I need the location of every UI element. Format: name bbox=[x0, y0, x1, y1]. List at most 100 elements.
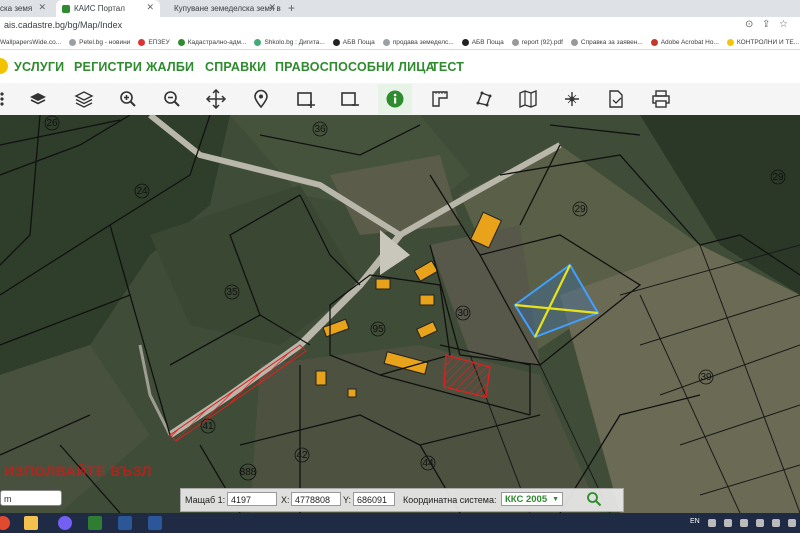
map-icon[interactable] bbox=[516, 87, 540, 111]
app-icon[interactable] bbox=[88, 516, 102, 530]
zoom-out-icon[interactable] bbox=[160, 87, 184, 111]
close-tab-icon[interactable]: ✕ bbox=[38, 2, 46, 13]
coordinates-icon[interactable] bbox=[560, 87, 584, 111]
bookmark-item[interactable]: Adobe Acrobat Ho... bbox=[650, 38, 719, 46]
search-icon[interactable] bbox=[586, 491, 602, 507]
nav-item-licensed-persons[interactable]: ПРАВОСПОСОБНИ ЛИЦА bbox=[275, 60, 435, 74]
select-rect-icon[interactable] bbox=[294, 87, 318, 111]
tab-1-label: ска земя bbox=[0, 4, 33, 13]
close-tab-icon[interactable]: ✕ bbox=[268, 2, 276, 13]
zoom-in-icon[interactable] bbox=[116, 87, 140, 111]
coordinate-system-label: Координатна система: bbox=[403, 495, 497, 505]
bookmark-icon bbox=[511, 38, 519, 46]
plot-number: 35 bbox=[226, 287, 238, 298]
satellite-map-layer[interactable]: 26 36 24 35 95 30 39 41 42 44 888 29 29 bbox=[0, 115, 800, 513]
nav-item-references[interactable]: СПРАВКИ bbox=[205, 60, 266, 74]
tab-3[interactable]: Купуване земеделска земя в ... ✕ bbox=[164, 0, 282, 17]
bookmark-item[interactable]: Кадастрално-адм... bbox=[177, 38, 246, 46]
browser-tab-strip: ска земя ✕ КАИС Портал ✕ Купуване земеде… bbox=[0, 0, 800, 17]
tab-2[interactable]: КАИС Портал ✕ bbox=[56, 0, 160, 17]
info-icon[interactable] bbox=[378, 84, 412, 114]
bookmark-item[interactable]: ЕПЗЕУ bbox=[138, 38, 170, 46]
bookmark-item[interactable]: Shkolo.bg : Дигита... bbox=[254, 38, 325, 46]
app-icon[interactable] bbox=[118, 516, 132, 530]
bookmark-icon bbox=[254, 38, 262, 46]
tray-icon[interactable] bbox=[724, 519, 732, 527]
plot-number: 41 bbox=[202, 421, 214, 432]
nav-item-registers[interactable]: РЕГИСТРИ bbox=[74, 60, 142, 74]
location-search-input[interactable]: m bbox=[0, 490, 62, 506]
tray-icon[interactable] bbox=[788, 519, 796, 527]
plot-number: 29 bbox=[772, 172, 784, 183]
scale-input[interactable]: 4197 bbox=[227, 492, 277, 506]
bookmark-item[interactable]: Petel.bg - новини bbox=[69, 38, 130, 46]
layers-outline-icon[interactable] bbox=[72, 87, 96, 111]
bookmark-icon bbox=[332, 38, 340, 46]
bookmark-icon bbox=[570, 38, 578, 46]
tray-icon[interactable] bbox=[756, 519, 764, 527]
bookmark-item[interactable]: report (92).pdf bbox=[511, 38, 563, 46]
bookmark-item[interactable]: продава земеделс... bbox=[382, 38, 454, 46]
bookmark-item[interactable]: АБВ Поща bbox=[461, 38, 504, 46]
share-icon[interactable]: ⇪ bbox=[762, 19, 770, 30]
new-tab-icon[interactable]: + bbox=[288, 1, 295, 15]
file-explorer-icon[interactable] bbox=[24, 516, 38, 530]
nav-item-services[interactable]: УСЛУГИ bbox=[14, 60, 64, 74]
bookmark-icon bbox=[726, 38, 734, 46]
plot-number: 36 bbox=[314, 124, 326, 135]
plot-number: 42 bbox=[296, 450, 308, 461]
tab-1[interactable]: ска земя ✕ bbox=[0, 0, 52, 17]
nav-item-test[interactable]: ТЕСТ bbox=[431, 60, 464, 74]
plot-number: 39 bbox=[700, 372, 712, 383]
layers-icon[interactable] bbox=[26, 87, 50, 111]
google-lens-icon[interactable]: ⊙ bbox=[745, 19, 753, 30]
bookmark-item[interactable]: АБВ Поща bbox=[332, 38, 375, 46]
tab-3-label: Купуване земеделска земя в ... bbox=[174, 4, 282, 13]
bookmark-item[interactable]: Справка за заявен... bbox=[570, 38, 643, 46]
plot-number: 30 bbox=[457, 308, 469, 319]
bookmark-item[interactable]: WallpapersWide.co... bbox=[0, 39, 61, 46]
cadastral-map[interactable]: 26 36 24 35 95 30 39 41 42 44 888 29 29 bbox=[0, 115, 800, 513]
bookmark-item[interactable]: КОНТРОЛНИ И ТЕ... bbox=[726, 38, 799, 46]
y-coordinate-field[interactable]: 686091 bbox=[353, 492, 395, 506]
plot-number: 95 bbox=[372, 324, 384, 335]
kais-favicon-icon bbox=[62, 4, 70, 13]
measure-area-icon[interactable] bbox=[472, 87, 496, 111]
y-coordinate-label: Y: bbox=[343, 495, 352, 505]
document-icon[interactable] bbox=[604, 87, 628, 111]
pan-icon[interactable] bbox=[204, 87, 228, 111]
bookmarks-bar: WallpapersWide.co... Petel.bg - новини Е… bbox=[0, 35, 800, 50]
map-toolbar bbox=[0, 83, 800, 116]
bookmark-icon bbox=[69, 38, 77, 46]
bookmark-star-icon[interactable]: ☆ bbox=[779, 19, 788, 30]
bookmark-icon bbox=[382, 38, 390, 46]
bookmark-icon bbox=[650, 38, 658, 46]
word-icon[interactable] bbox=[148, 516, 162, 530]
plot-number: 44 bbox=[422, 458, 434, 469]
coordinate-system-select[interactable]: ККС 2005 ▼ bbox=[501, 492, 563, 506]
url-text[interactable]: ais.cadastre.bg/bg/Map/Index bbox=[4, 20, 122, 30]
chevron-down-icon: ▼ bbox=[552, 496, 559, 503]
tray-icon[interactable] bbox=[772, 519, 780, 527]
viber-icon[interactable] bbox=[58, 516, 72, 530]
bookmark-icon bbox=[177, 38, 185, 46]
tray-icon[interactable] bbox=[708, 519, 716, 527]
close-tab-icon[interactable]: ✕ bbox=[146, 2, 154, 13]
main-navigation: УСЛУГИ РЕГИСТРИ ЖАЛБИ СПРАВКИ ПРАВОСПОСО… bbox=[0, 50, 800, 83]
x-coordinate-label: X: bbox=[281, 495, 290, 505]
measure-distance-icon[interactable] bbox=[428, 87, 452, 111]
menu-icon[interactable] bbox=[0, 87, 14, 111]
language-indicator[interactable]: EN bbox=[690, 518, 700, 525]
nav-item-complaints[interactable]: ЖАЛБИ bbox=[146, 60, 194, 74]
x-coordinate-field[interactable]: 4778808 bbox=[291, 492, 341, 506]
address-bar[interactable]: ais.cadastre.bg/bg/Map/Index ⊙ ⇪ ☆ bbox=[0, 17, 800, 35]
tab-2-label: КАИС Портал bbox=[74, 4, 125, 13]
chrome-icon[interactable] bbox=[0, 516, 10, 530]
location-pin-icon[interactable] bbox=[249, 87, 273, 111]
plot-number: 24 bbox=[136, 186, 148, 197]
print-icon[interactable] bbox=[649, 87, 673, 111]
tray-icon[interactable] bbox=[740, 519, 748, 527]
plot-number: 888 bbox=[240, 467, 257, 478]
deselect-rect-icon[interactable] bbox=[338, 87, 362, 111]
plot-number: 29 bbox=[574, 204, 586, 215]
